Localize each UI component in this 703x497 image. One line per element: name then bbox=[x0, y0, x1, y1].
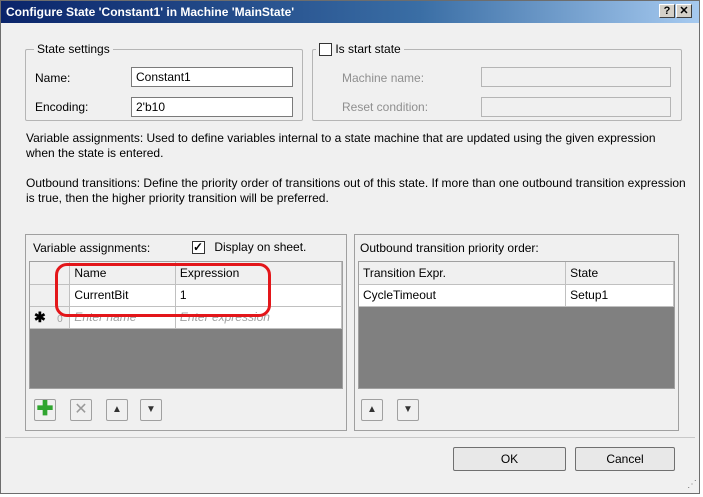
row-header[interactable] bbox=[30, 284, 71, 307]
move-transition-up-button[interactable]: ▲ bbox=[361, 399, 383, 421]
arrow-down-icon: ▼ bbox=[146, 404, 156, 415]
outbound-transitions-label: Outbound transition priority order: bbox=[360, 241, 539, 255]
variables-header-row: Name Expression bbox=[30, 262, 342, 285]
move-variable-down-button[interactable]: ▼ bbox=[140, 399, 162, 421]
transition-state-cell[interactable]: Setup1 bbox=[565, 284, 674, 307]
encoding-label: Encoding: bbox=[35, 100, 89, 114]
new-row-icon: ✱ bbox=[34, 308, 46, 325]
arrow-down-icon: ▼ bbox=[403, 404, 413, 415]
column-header-transition-expr[interactable]: Transition Expr. bbox=[359, 262, 567, 285]
column-header-expression[interactable]: Expression bbox=[175, 262, 342, 285]
variable-expression-cell[interactable]: 1 bbox=[175, 284, 342, 307]
machine-name-label: Machine name: bbox=[342, 71, 425, 85]
check-icon: ✓ bbox=[193, 240, 204, 255]
table-row[interactable]: CycleTimeout Setup1 bbox=[359, 284, 674, 307]
transitions-header-row: Transition Expr. State bbox=[359, 262, 674, 285]
variable-assignments-label: Variable assignments: bbox=[33, 241, 151, 255]
outbound-transitions-panel: Outbound transition priority order: Tran… bbox=[354, 234, 679, 431]
column-header-state[interactable]: State bbox=[565, 262, 674, 285]
close-button[interactable]: ✕ bbox=[676, 4, 692, 18]
new-row[interactable]: ✱ 0 Enter name Enter expression bbox=[30, 306, 342, 329]
new-name-cell[interactable]: Enter name bbox=[69, 306, 176, 329]
column-header-name[interactable]: Name bbox=[69, 262, 176, 285]
variable-name-cell[interactable]: CurrentBit bbox=[69, 284, 176, 307]
new-row-header[interactable]: ✱ 0 bbox=[30, 306, 71, 329]
new-row-index: 0 bbox=[57, 313, 63, 325]
delete-variable-button[interactable]: ✕ bbox=[70, 399, 92, 421]
start-state-checkbox[interactable] bbox=[319, 43, 332, 57]
display-on-sheet-checkbox[interactable]: ✓ bbox=[192, 240, 205, 255]
move-transition-down-button[interactable]: ▼ bbox=[397, 399, 419, 421]
dialog-window: Configure State 'Constant1' in Machine '… bbox=[0, 0, 700, 494]
transitions-grid[interactable]: Transition Expr. State CycleTimeout Setu… bbox=[358, 261, 675, 389]
arrow-up-icon: ▲ bbox=[112, 404, 122, 415]
variables-grid[interactable]: Name Expression CurrentBit 1 ✱ 0 Enter n… bbox=[29, 261, 343, 389]
name-field[interactable]: Constant1 bbox=[131, 67, 293, 87]
transition-expr-cell[interactable]: CycleTimeout bbox=[359, 284, 567, 307]
delete-icon: ✕ bbox=[74, 401, 88, 418]
display-on-sheet-option[interactable]: ✓ Display on sheet. bbox=[192, 240, 307, 255]
help-button[interactable]: ? bbox=[659, 4, 675, 18]
machine-name-field[interactable] bbox=[481, 67, 671, 87]
arrow-up-icon: ▲ bbox=[367, 404, 377, 415]
state-settings-legend: State settings bbox=[34, 42, 113, 56]
add-variable-button[interactable]: ✚ bbox=[34, 399, 56, 421]
row-header-corner bbox=[30, 262, 71, 285]
reset-condition-label: Reset condition: bbox=[342, 100, 429, 114]
variable-assignments-panel: Variable assignments: ✓ Display on sheet… bbox=[25, 234, 347, 431]
variable-description: Variable assignments: Used to define var… bbox=[26, 131, 656, 160]
cancel-button[interactable]: Cancel bbox=[575, 447, 675, 471]
outbound-description: Outbound transitions: Define the priorit… bbox=[26, 176, 686, 205]
new-expression-cell[interactable]: Enter expression bbox=[175, 306, 342, 329]
table-row[interactable]: CurrentBit 1 bbox=[30, 284, 342, 307]
start-state-label: Is start state bbox=[335, 42, 401, 56]
encoding-field[interactable]: 2'b10 bbox=[131, 97, 293, 117]
add-icon: ✚ bbox=[36, 398, 54, 420]
resize-grip-icon[interactable]: ⋰ bbox=[687, 479, 697, 490]
ok-button[interactable]: OK bbox=[453, 447, 566, 471]
name-label: Name: bbox=[35, 71, 71, 85]
reset-condition-field[interactable] bbox=[481, 97, 671, 117]
title-bar[interactable]: Configure State 'Constant1' in Machine '… bbox=[1, 1, 699, 23]
display-on-sheet-label: Display on sheet. bbox=[214, 240, 307, 254]
move-variable-up-button[interactable]: ▲ bbox=[106, 399, 128, 421]
start-state-legend: Is start state bbox=[316, 42, 404, 57]
separator bbox=[5, 437, 695, 438]
window-title: Configure State 'Constant1' in Machine '… bbox=[6, 5, 295, 19]
